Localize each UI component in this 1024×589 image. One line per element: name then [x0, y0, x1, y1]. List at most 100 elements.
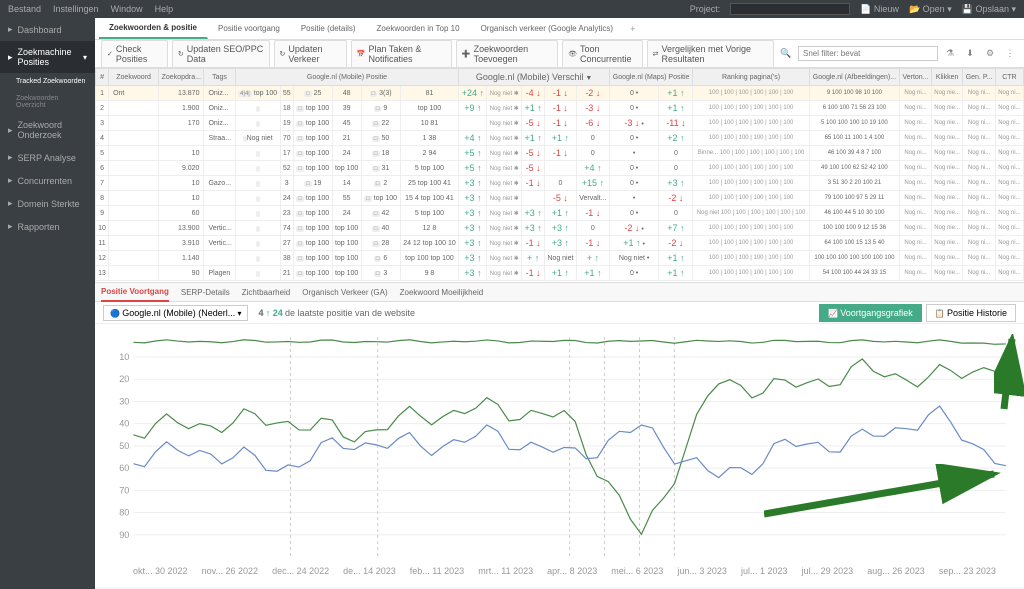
plan-taken-button[interactable]: 📅 Plan Taken & Notificaties [351, 40, 452, 68]
svg-text:40: 40 [119, 419, 129, 429]
tab-organisch-verkeer[interactable]: Organisch verkeer (Google Analytics) [471, 19, 625, 38]
sidebar-item-serp-analyse[interactable]: ▸SERP Analyse [0, 146, 95, 169]
filter-icon[interactable]: ⚗ [942, 46, 958, 62]
col-mobile-ver[interactable]: Google.nl (Mobile) Verschil ▼ [459, 69, 609, 86]
col-num[interactable]: # [96, 69, 109, 86]
updaten-seo-button[interactable]: ↻ Updaten SEO/PPC Data [172, 40, 270, 68]
filter-input[interactable] [798, 46, 938, 61]
menubar: Bestand Instellingen Window Help Project… [0, 0, 1024, 18]
settings-icon[interactable]: ⚙ [982, 46, 998, 62]
sidebar-item-rapporten[interactable]: ▸Rapporten [0, 215, 95, 238]
col-klik[interactable]: Klikken [931, 69, 962, 86]
table-row[interactable]: 4Straa... Nog niet70□ top 10021□ 501 38+… [96, 131, 1024, 146]
xaxis-label: sep... 23 2023 [939, 566, 996, 576]
xaxis-label: jun... 3 2023 [677, 566, 727, 576]
search-engine-dropdown[interactable]: 🔵 Google.nl (Mobile) (Nederl... ▾ [103, 305, 248, 321]
table-row[interactable]: 1Ont13.870Oniz...4|4| top 10055□ 2548□ 3… [96, 86, 1024, 101]
menu-window[interactable]: Window [111, 4, 143, 14]
table-row[interactable]: 113.910Vertic... 27□ top 100top 100□ 282… [96, 236, 1024, 251]
sidebar-item-domein-sterkte[interactable]: ▸Domein Sterkte [0, 192, 95, 215]
overflow-icon[interactable]: ⋮ [1002, 46, 1018, 62]
svg-text:80: 80 [119, 508, 129, 518]
col-afb[interactable]: Google.nl (Afbeeldingen)... [809, 69, 899, 86]
dtab-organisch[interactable]: Organisch Verkeer (GA) [302, 284, 387, 301]
tab-top10[interactable]: Zoekwoorden in Top 10 [367, 19, 471, 38]
svg-text:90: 90 [119, 530, 129, 540]
sidebar-item-zoekwoord-onderzoek[interactable]: ▸Zoekwoord Onderzoek [0, 114, 95, 146]
check-posities-button[interactable]: ✓ Check Posities [101, 40, 168, 68]
svg-text:30: 30 [119, 397, 129, 407]
table-row[interactable]: 510 17□ top 10024□ 182 94+5 ↑Nog niet ✱-… [96, 146, 1024, 161]
detail-tabs: Positie Voortgang SERP-Details Zichtbaar… [95, 282, 1024, 302]
xaxis-label: mrt... 11 2023 [478, 566, 533, 576]
toon-concurrentie-button[interactable]: 👁 Toon Concurrentie [562, 40, 642, 68]
svg-text:10: 10 [119, 352, 129, 362]
table-row[interactable]: 810 24□ top 10055□ top 10015 4 top 100 4… [96, 191, 1024, 206]
xaxis-label: apr... 8 2023 [547, 566, 597, 576]
table-row[interactable]: 710Gazo... 3□ 1914□ 225 top 100 41+3 ↑No… [96, 176, 1024, 191]
table-row[interactable]: 21.900Oniz... 18□ top 10039□ 9top 100+9 … [96, 101, 1024, 116]
col-mobile-pos[interactable]: Google.nl (Mobile) Positie [235, 69, 459, 86]
col-ranking[interactable]: Ranking pagina('s) [693, 69, 809, 86]
chart-area: 102030405060708090 okt... 30 2022nov... … [95, 324, 1024, 587]
opslaan-button[interactable]: 💾 Opslaan ▾ [962, 4, 1016, 15]
menu-bestand[interactable]: Bestand [8, 4, 41, 14]
sidebar: ▸Dashboard▸Zoekmachine Posities ▾Tracked… [0, 18, 95, 589]
tab-add-button[interactable]: + [624, 21, 641, 37]
dtab-serp[interactable]: SERP-Details [181, 284, 230, 301]
chart-header: 🔵 Google.nl (Mobile) (Nederl... ▾ 4 ↑ 24… [95, 302, 1024, 324]
open-button[interactable]: 📂 Open ▾ [909, 4, 952, 15]
col-zoekopd[interactable]: Zoekopdra... [159, 69, 204, 86]
positie-historie-button[interactable]: 📋 Positie Historie [926, 304, 1016, 322]
sidebar-sub-tracked-zoekwoorden[interactable]: Tracked Zoekwoorden [0, 73, 95, 90]
table-row[interactable]: 1013.900Vertic... 74□ top 100top 100□ 40… [96, 221, 1024, 236]
project-select[interactable] [730, 3, 850, 15]
dtab-voortgang[interactable]: Positie Voortgang [101, 283, 169, 302]
table-row[interactable]: 1390Plagen 21□ top 100top 100□ 39 8+3 ↑N… [96, 266, 1024, 281]
col-maps-pos[interactable]: Google.nl (Maps) Positie [609, 69, 693, 86]
voortgangsgrafiek-button[interactable]: 📈 Voortgangsgrafiek [819, 304, 922, 322]
table-row[interactable]: 3170Oniz... 19□ top 10045□ 2210 81Nog ni… [96, 116, 1024, 131]
nav-icon: ▸ [8, 52, 13, 63]
updaten-verkeer-button[interactable]: ↻ Updaten Verkeer [274, 40, 347, 68]
dtab-zichtbaarheid[interactable]: Zichtbaarheid [242, 284, 290, 301]
tab-positie-details[interactable]: Positie (details) [291, 19, 367, 38]
table-row[interactable]: 69.020 52□ top 100top 100□ 315 top 100+5… [96, 161, 1024, 176]
xaxis-label: jul... 29 2023 [802, 566, 854, 576]
svg-text:60: 60 [119, 463, 129, 473]
svg-text:20: 20 [119, 374, 129, 384]
main-tabs: Zoekwoorden & positie Positie voortgang … [95, 18, 1024, 40]
nav-icon: ▸ [8, 198, 13, 209]
keyword-table[interactable]: # Zoekwoord Zoekopdra... Tags Google.nl … [95, 68, 1024, 282]
vergelijken-button[interactable]: ⇄ Vergelijken met Vorige Resultaten [647, 40, 774, 68]
menu-help[interactable]: Help [155, 4, 174, 14]
table-row[interactable]: 960 23□ top 10024□ 425 top 100+3 ↑Nog ni… [96, 206, 1024, 221]
xaxis-label: aug... 26 2023 [867, 566, 925, 576]
search-icon[interactable]: 🔍 [778, 46, 794, 62]
nav-icon: ▸ [8, 152, 13, 163]
project-label: Project: [690, 4, 721, 14]
col-keyword[interactable]: Zoekwoord [109, 69, 159, 86]
tab-zoekwoorden-positie[interactable]: Zoekwoorden & positie [99, 18, 208, 39]
sidebar-item-dashboard[interactable]: ▸Dashboard [0, 18, 95, 41]
xaxis-label: dec... 24 2022 [272, 566, 329, 576]
nav-icon: ▸ [8, 24, 13, 35]
col-verton[interactable]: Verton... [900, 69, 932, 86]
sidebar-item-concurrenten[interactable]: ▸Concurrenten [0, 169, 95, 192]
tab-positie-voortgang[interactable]: Positie voortgang [208, 19, 291, 38]
col-ctr[interactable]: CTR [995, 69, 1023, 86]
svg-text:50: 50 [119, 441, 129, 451]
zoekwoorden-toevoegen-button[interactable]: ➕ Zoekwoorden Toevoegen [456, 40, 558, 68]
nav-icon: ▸ [8, 125, 13, 136]
sidebar-item-zoekmachine-posities[interactable]: ▸Zoekmachine Posities ▾ [0, 41, 95, 73]
col-tags[interactable]: Tags [204, 69, 235, 86]
sidebar-sub-zoekwoorden-overzicht[interactable]: Zoekwoorden Overzicht [0, 90, 95, 114]
nieuw-button[interactable]: 📄 Nieuw [860, 4, 899, 15]
dtab-moeilijkheid[interactable]: Zoekwoord Moeilijkheid [400, 284, 484, 301]
menu-instellingen[interactable]: Instellingen [53, 4, 99, 14]
table-row[interactable]: 121.140 38□ top 100top 100□ 6top 100 top… [96, 251, 1024, 266]
export-icon[interactable]: ⬇ [962, 46, 978, 62]
main-content: Zoekwoorden & positie Positie voortgang … [95, 18, 1024, 589]
xaxis-label: nov... 26 2022 [202, 566, 258, 576]
col-genp[interactable]: Gen. P... [963, 69, 995, 86]
